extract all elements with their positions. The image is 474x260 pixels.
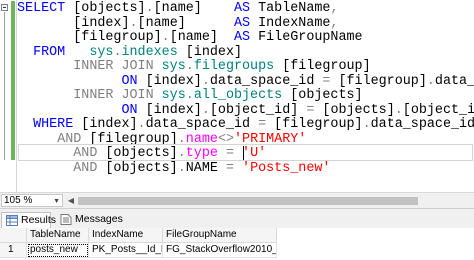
code-token: [object_id]	[209, 102, 307, 118]
code-token: .	[129, 15, 138, 31]
code-token: data_space_id	[370, 117, 474, 132]
scroll-left-arrow-icon[interactable]: ◀	[66, 195, 76, 207]
code-token: INNER JOIN	[73, 88, 154, 103]
row-number-header[interactable]	[0, 228, 27, 243]
code-token: .	[201, 102, 210, 118]
column-header[interactable]: IndexName	[89, 228, 163, 243]
code-token: IndexName	[250, 15, 331, 31]
text-caret	[243, 146, 244, 160]
column-header[interactable]: TableName	[27, 228, 89, 243]
code-token: [objects]	[97, 160, 178, 176]
code-token: .	[177, 160, 186, 176]
results-grid[interactable]: TableName IndexName FileGroupName 1 post…	[0, 228, 474, 260]
code-token: [index]	[17, 15, 130, 31]
collapse-toggle-icon[interactable]	[1, 4, 8, 11]
code-token: data_space_id	[209, 73, 323, 89]
change-tracking-bar	[11, 1, 15, 160]
code-token: .	[394, 102, 403, 118]
code-token: FileGroupName	[250, 30, 363, 45]
code-token: [objects]	[282, 88, 363, 103]
tab-results-label: Results	[21, 214, 57, 226]
horizontal-scrollbar-thumb[interactable]	[78, 197, 418, 205]
grid-icon	[6, 215, 18, 226]
code-token: all_objects	[193, 88, 283, 103]
code-token: [filegroup]	[17, 30, 162, 45]
code-token: 'Posts_new'	[242, 160, 331, 176]
code-token: filegroups	[193, 59, 275, 74]
code-token: .	[145, 1, 154, 16]
code-token: [filegroup]	[274, 59, 371, 74]
code-token: AS	[234, 30, 251, 45]
zoom-level-select[interactable]: 105 % ▼	[1, 194, 63, 207]
outline-guide	[4, 12, 5, 160]
code-token: sys	[153, 88, 186, 103]
tab-results[interactable]: Results	[1, 212, 56, 228]
code-token: .	[137, 117, 146, 132]
code-token: TableName	[250, 1, 331, 16]
code-token: =	[258, 117, 267, 132]
code-token: [name]	[137, 15, 186, 31]
editor-gutter	[0, 0, 9, 192]
code-token: .	[362, 117, 371, 132]
code-token: ,	[330, 1, 339, 16]
row-number[interactable]: 1	[0, 243, 27, 258]
table-cell[interactable]: posts_new	[27, 243, 89, 258]
code-token: sys	[153, 59, 186, 74]
code-token: [filegroup]	[266, 117, 363, 132]
code-token: ,	[330, 15, 339, 31]
current-line-highlight	[18, 144, 473, 161]
chevron-down-icon: ▼	[53, 198, 60, 205]
code-token: [index]	[137, 102, 202, 118]
code-line[interactable]: AND [objects].NAME = 'Posts_new'	[17, 161, 330, 177]
code-token: indexes	[121, 44, 178, 60]
code-token: [object_id]	[402, 102, 474, 118]
code-token: [index]	[177, 44, 243, 60]
code-token: ON	[121, 73, 138, 89]
code-token: [index]	[81, 117, 138, 132]
code-token: ON	[121, 102, 138, 118]
code-token: INNER JOIN	[73, 59, 154, 74]
code-token: WHERE	[17, 117, 82, 132]
code-token: data_space_id	[434, 73, 474, 89]
code-token: data_space_id	[145, 117, 259, 132]
code-token: NAME	[185, 160, 218, 176]
zoom-level-value: 105 %	[4, 195, 33, 206]
code-token: AS	[234, 1, 251, 16]
code-token: =	[217, 160, 243, 176]
code-token: .	[185, 59, 194, 74]
code-token: [name]	[153, 1, 202, 16]
code-token: .	[185, 88, 194, 103]
table-cell[interactable]: PK_Posts__Id_New	[89, 243, 163, 258]
code-token: .	[161, 30, 170, 45]
code-token: [objects]	[314, 102, 395, 118]
column-header[interactable]: FileGroupName	[163, 228, 277, 243]
messages-icon	[60, 214, 72, 225]
table-cell[interactable]: FG_StackOverflow2010_Posts	[163, 243, 277, 258]
tab-messages[interactable]: Messages	[56, 212, 123, 228]
code-token: AS	[233, 15, 251, 31]
zoom-bar: 105 % ▼ ◀	[0, 192, 474, 208]
code-token: [objects]	[73, 1, 146, 16]
results-tab-strip: Results Messages	[0, 208, 474, 228]
code-token: FROM	[17, 44, 74, 60]
code-token: .	[426, 73, 435, 89]
query-editor[interactable]: SELECT [objects].[name] AS TableName, [i…	[0, 0, 474, 192]
code-token: [name]	[169, 30, 218, 45]
code-token: .	[201, 73, 210, 89]
code-token: sys	[73, 44, 114, 60]
code-token: SELECT	[17, 1, 74, 16]
code-token: [filegroup]	[330, 73, 427, 89]
code-token: [index]	[137, 73, 202, 89]
tab-messages-label: Messages	[75, 213, 123, 225]
code-token: AND	[73, 160, 98, 176]
